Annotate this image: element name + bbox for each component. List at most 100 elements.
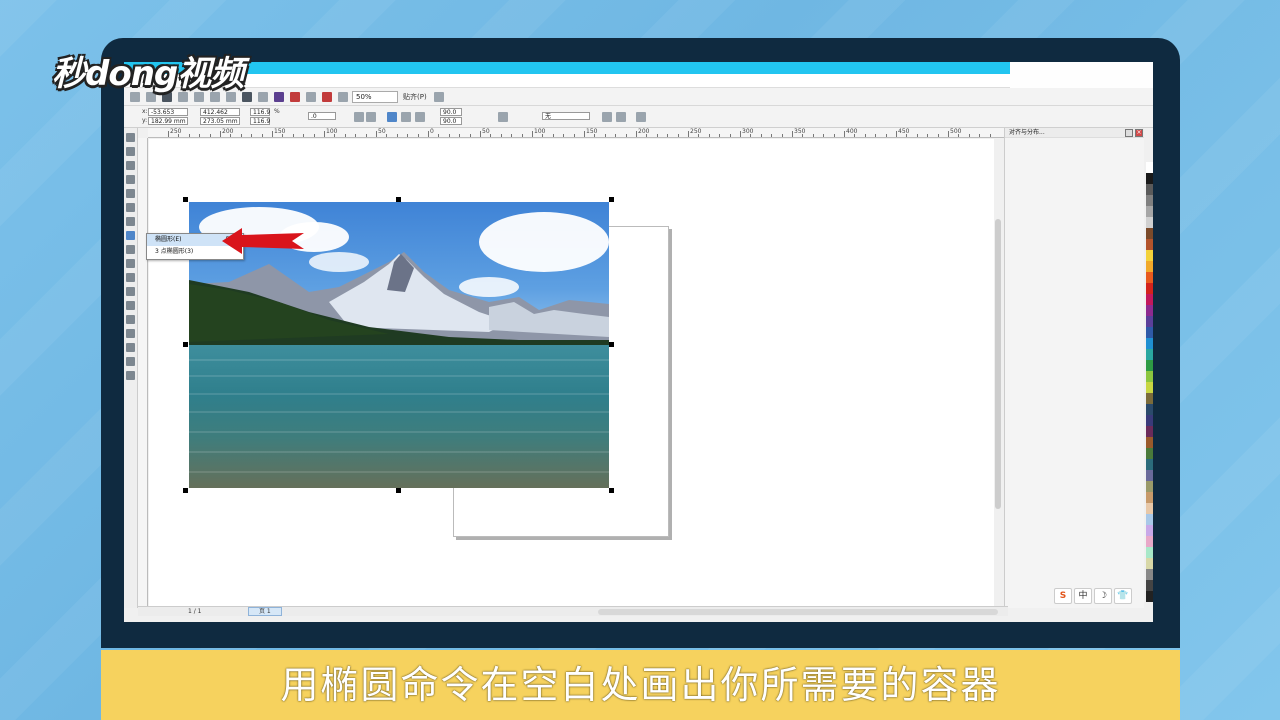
color-swatch[interactable]	[1146, 558, 1153, 569]
y-position-field[interactable]: 182.99 mm	[148, 117, 188, 125]
search-content-icon[interactable]	[274, 91, 284, 102]
color-swatch[interactable]	[1146, 591, 1153, 602]
color-swatch[interactable]	[1146, 338, 1153, 349]
dimension-tool-icon[interactable]	[126, 301, 135, 310]
color-swatch[interactable]	[1146, 349, 1153, 360]
selection-handle[interactable]	[609, 342, 614, 347]
color-swatch[interactable]	[1146, 305, 1153, 316]
rotation-field[interactable]: .0	[308, 112, 336, 120]
color-swatch[interactable]	[1146, 536, 1153, 547]
smart-fill-tool-icon[interactable]	[126, 203, 135, 212]
color-swatch[interactable]	[1146, 360, 1153, 371]
docker-options-icon[interactable]	[1125, 129, 1133, 137]
color-swatch[interactable]	[1146, 404, 1153, 415]
color-swatch[interactable]	[1146, 228, 1153, 239]
color-swatch[interactable]	[1146, 437, 1153, 448]
color-swatch[interactable]	[1146, 184, 1153, 195]
selection-handle[interactable]	[396, 197, 401, 202]
docker-close-icon[interactable]: ×	[1135, 129, 1143, 137]
crop-tool-icon[interactable]	[126, 161, 135, 170]
color-swatch[interactable]	[1146, 162, 1153, 173]
redo-icon[interactable]	[258, 91, 268, 102]
fill-tool-icon[interactable]	[126, 371, 135, 380]
end-angle-field[interactable]: 90.0	[440, 117, 462, 125]
page-tab[interactable]: 页 1	[248, 607, 282, 616]
app-launcher-icon[interactable]	[338, 91, 348, 102]
arc-mode-icon[interactable]	[415, 112, 425, 122]
color-swatch[interactable]	[1146, 547, 1153, 558]
ime-moon-icon[interactable]: ☽	[1094, 588, 1112, 604]
selection-handle[interactable]	[609, 488, 614, 493]
selection-handle[interactable]	[183, 197, 188, 202]
publish-pdf-icon[interactable]	[322, 91, 332, 102]
color-swatch[interactable]	[1146, 371, 1153, 382]
pick-tool-icon[interactable]	[126, 133, 135, 142]
color-swatch[interactable]	[1146, 316, 1153, 327]
selection-handle[interactable]	[183, 342, 188, 347]
color-swatch[interactable]	[1146, 481, 1153, 492]
convert-curves-icon[interactable]	[636, 112, 646, 122]
eyedropper-tool-icon[interactable]	[126, 343, 135, 352]
ellipse-mode-icon[interactable]	[387, 112, 397, 122]
color-swatch[interactable]	[1146, 250, 1153, 261]
color-swatch[interactable]	[1146, 261, 1153, 272]
scale-x-field[interactable]: 116.9	[250, 108, 270, 116]
selection-handle[interactable]	[609, 197, 614, 202]
polygon-tool-icon[interactable]	[126, 245, 135, 254]
color-swatch[interactable]	[1146, 525, 1153, 536]
zoom-tool-icon[interactable]	[126, 175, 135, 184]
color-swatch[interactable]	[1146, 294, 1153, 305]
color-swatch[interactable]	[1146, 503, 1153, 514]
table-tool-icon[interactable]	[126, 287, 135, 296]
options-icon[interactable]	[433, 91, 444, 102]
color-swatch[interactable]	[1146, 239, 1153, 250]
color-swatch[interactable]	[1146, 195, 1153, 206]
color-swatch[interactable]	[1146, 426, 1153, 437]
color-swatch[interactable]	[1146, 580, 1153, 591]
ellipse-tool-icon[interactable]	[126, 231, 135, 240]
text-tool-icon[interactable]	[126, 273, 135, 282]
height-field[interactable]: 273.05 mm	[200, 117, 240, 125]
horizontal-scrollbar[interactable]	[598, 609, 998, 615]
basic-shapes-tool-icon[interactable]	[126, 259, 135, 268]
pie-mode-icon[interactable]	[401, 112, 411, 122]
selection-handle[interactable]	[396, 488, 401, 493]
vertical-scrollbar[interactable]	[994, 139, 1002, 608]
rectangle-tool-icon[interactable]	[126, 217, 135, 226]
snap-dropdown[interactable]: 贴齐(P)	[403, 92, 427, 102]
start-angle-field[interactable]: 90.0	[440, 108, 462, 116]
ime-logo-icon[interactable]: S	[1054, 588, 1072, 604]
color-swatch[interactable]	[1146, 459, 1153, 470]
export-icon[interactable]	[306, 91, 316, 102]
color-swatch[interactable]	[1146, 514, 1153, 525]
ime-language-toggle[interactable]: 中	[1074, 588, 1092, 604]
mirror-h-icon[interactable]	[354, 112, 364, 122]
outline-tool-icon[interactable]	[126, 357, 135, 366]
shape-tool-icon[interactable]	[126, 147, 135, 156]
vertical-scroll-thumb[interactable]	[995, 219, 1001, 509]
direction-icon[interactable]	[498, 112, 508, 122]
color-swatch[interactable]	[1146, 382, 1153, 393]
connector-tool-icon[interactable]	[126, 315, 135, 324]
undo-icon[interactable]	[242, 91, 252, 102]
zoom-select[interactable]: 50%	[352, 90, 398, 103]
x-position-field[interactable]: -53.653 mm	[148, 108, 188, 123]
mirror-v-icon[interactable]	[366, 112, 376, 122]
ime-skin-icon[interactable]: 👕	[1114, 588, 1132, 604]
color-swatch[interactable]	[1146, 272, 1153, 283]
interactive-tool-icon[interactable]	[126, 329, 135, 338]
width-field[interactable]: 412.462 mm	[200, 108, 240, 123]
color-swatch[interactable]	[1146, 327, 1153, 338]
import-icon[interactable]	[290, 91, 300, 102]
color-swatch[interactable]	[1146, 569, 1153, 580]
color-swatch[interactable]	[1146, 492, 1153, 503]
to-front-icon[interactable]	[616, 112, 626, 122]
color-swatch[interactable]	[1146, 173, 1153, 184]
scale-y-field[interactable]: 116.9	[250, 117, 270, 125]
outline-width-select[interactable]: 无	[542, 112, 590, 120]
color-swatch[interactable]	[1146, 415, 1153, 426]
selection-handle[interactable]	[183, 488, 188, 493]
color-swatch[interactable]	[1146, 393, 1153, 404]
color-swatch[interactable]	[1146, 448, 1153, 459]
color-swatch[interactable]	[1146, 217, 1153, 228]
